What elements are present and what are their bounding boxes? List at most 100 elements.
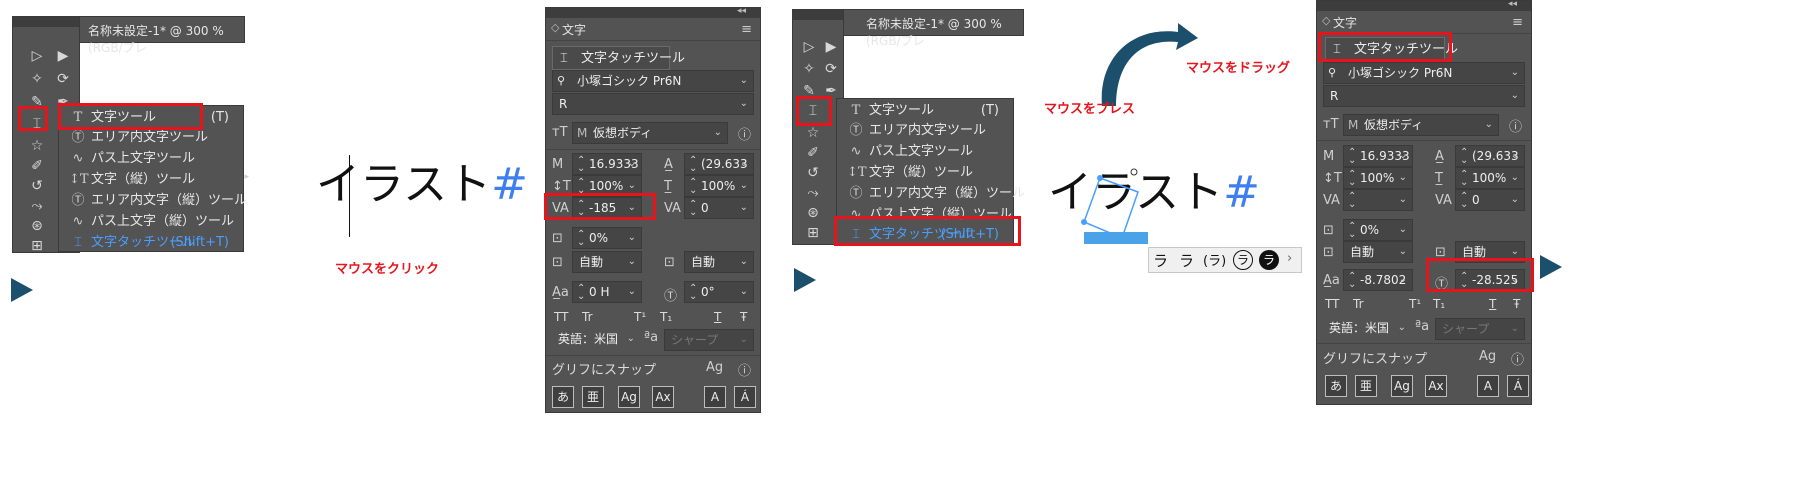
snap-info-icon[interactable]: ⓘ [738,360,751,379]
info-icon[interactable]: ⓘ [738,124,751,143]
snap-btn-1[interactable]: あ [552,386,574,408]
panel-menu-icon[interactable]: ≡ [741,22,752,37]
panel2-menu-icon[interactable]: ≡ [1512,15,1523,30]
horizontal-scale-field[interactable]: ⌃ ⌄ 100% ⌄ [684,175,754,197]
superscript-button-2[interactable]: T¹ [1409,297,1421,311]
tracking-field-2[interactable]: ⌃ ⌄ 0 ⌄ [1455,189,1525,211]
direct-selection-tool-icon-2[interactable]: ▶ [821,38,841,56]
leading-field[interactable]: ⌃ ⌄ (29.633 ⌄ [684,153,754,175]
subscript-button[interactable]: T₁ [660,310,672,324]
language-select-2[interactable]: 英語：米国 ⌄ [1323,318,1411,340]
magic-wand-icon-2[interactable]: ✧ [799,60,819,78]
baseline-shift-field[interactable]: ⌃ ⌄ 0 H ⌄ [572,281,642,303]
font-family-select[interactable]: ⚲ 小塚ゴシック Pr6N ⌄ [552,70,754,92]
illustration-hash: # [491,159,528,210]
glyph-alt-4[interactable]: ラ [1233,250,1253,270]
snap-btn-6[interactable]: Á [734,386,756,408]
snap-info-icon-2[interactable]: ⓘ [1511,349,1524,368]
font-size-field[interactable]: ⌃ ⌄ 16.9333 ⌄ [572,153,642,175]
antialias-select-2[interactable]: シャープ ⌄ [1435,318,1525,340]
subscript-button-2[interactable]: T₁ [1433,297,1445,311]
artboard-tool-icon-2[interactable]: ⊞ [803,224,823,242]
selection-tool-icon[interactable]: ▷ [27,47,47,65]
superscript-button[interactable]: T¹ [634,310,646,324]
font-family-select-2[interactable]: ⚲ 小塚ゴシック Pr6N ⌄ [1323,62,1525,84]
lasso-icon-2[interactable]: ⟳ [821,60,841,78]
direct-selection-tool-icon[interactable]: ▶ [53,47,73,65]
artboard-tool-icon[interactable]: ⊞ [27,237,47,255]
touch-type-tool-button[interactable]: ⌶ 文字タッチツール [552,46,685,70]
snap-glyph-icon-2[interactable]: Ag [1479,349,1496,364]
selection-tool-icon-2[interactable]: ▷ [799,38,819,56]
glyph-strip-more[interactable]: › [1287,251,1292,266]
glyph-alt-2[interactable]: ラ [1179,250,1194,271]
virtual-body-select-2[interactable]: M 仮想ボディ ⌄ [1343,114,1499,136]
snap-btn-5[interactable]: A [704,386,726,408]
leading-field-2[interactable]: ⌃ ⌄ (29.633 ⌄ [1455,145,1525,167]
shape-tool-icon[interactable]: ☆ [27,137,47,155]
shape-tool-icon-2[interactable]: ☆ [803,124,823,142]
panel-tab-character[interactable]: ◇ 文字 [546,18,590,40]
all-caps-button[interactable]: TT [554,310,568,324]
small-caps-button-2[interactable]: Tr [1353,297,1364,311]
info-icon-2[interactable]: ⓘ [1509,116,1522,135]
flyout-tearoff-arrow[interactable]: ▸ [244,172,249,182]
virtual-body-select[interactable]: M 仮想ボディ ⌄ [572,122,728,144]
doc-tab-1[interactable]: 名称未設定-1* @ 300 % (RGB/プレ [80,16,245,55]
tracking-field[interactable]: ⌃ ⌄ 0 ⌄ [684,197,754,219]
snap2-btn-5[interactable]: A [1477,375,1499,397]
leading-icon: A̲ [664,157,673,172]
aki-right-select[interactable]: 自動 ⌄ [684,251,754,273]
glyph-alt-1[interactable]: ラ [1153,250,1168,271]
highlight-type-tool-item [58,103,203,130]
snap-btn-2[interactable]: 亜 [582,386,604,408]
rotate-tool-icon[interactable]: ↺ [27,177,47,195]
antialias-select[interactable]: シャープ ⌄ [664,329,754,351]
magic-wand-icon[interactable]: ✧ [27,70,47,88]
touch-type-icon: ⌶ [74,235,82,250]
font-size-field-2[interactable]: ⌃ ⌄ 16.9333 ⌄ [1343,145,1413,167]
width-tool-icon[interactable]: ⤳ [27,197,47,215]
drag-curved-arrow [1101,23,1198,106]
panel2-tab-character[interactable]: ◇ 文字 [1317,11,1361,33]
underline-button[interactable]: T [714,310,721,324]
glyph-alt-3[interactable]: (ラ) [1203,250,1226,269]
snap-btn-4[interactable]: Ax [652,386,674,408]
glyph-bounding-box [1083,177,1139,240]
font-style-select-2[interactable]: R ⌄ [1323,85,1525,107]
tsume-field[interactable]: ⌃ ⌄ 0% ⌄ [572,227,642,249]
snap2-btn-3[interactable]: Ag [1391,375,1413,397]
lasso-icon[interactable]: ⟳ [53,70,73,88]
snap-glyph-icon[interactable]: Ag [706,360,723,375]
rotate-tool-icon-2[interactable]: ↺ [803,164,823,182]
paintbrush-icon[interactable]: ✐ [27,157,47,175]
all-caps-button-2[interactable]: TT [1325,297,1339,311]
snap-btn-3[interactable]: Ag [618,386,640,408]
snap2-btn-2[interactable]: 亜 [1355,375,1377,397]
underline-button-2[interactable]: T [1489,297,1496,311]
strikethrough-button-2[interactable]: Ŧ [1513,297,1520,311]
puppet-warp-icon[interactable]: ⊛ [27,217,47,235]
glyph-alternates-strip: ラ ラ (ラ) ラ ラ › [1148,247,1302,273]
char-rotation-field[interactable]: ⌃ ⌄ 0° ⌄ [684,281,754,303]
kerning-field-2[interactable]: ⌃ ⌄ ⌄ [1343,189,1413,211]
aki-left-select-2[interactable]: 自動 ⌄ [1343,241,1413,263]
language-select[interactable]: 英語：米国 ⌄ [552,329,640,351]
small-caps-button[interactable]: Tr [582,310,593,324]
snap2-btn-6[interactable]: Á [1507,375,1529,397]
width-tool-icon-2[interactable]: ⤳ [803,184,823,202]
horizontal-scale-field-2[interactable]: ⌃ ⌄ 100% ⌄ [1455,167,1525,189]
glyph-alt-5[interactable]: ラ [1259,250,1279,270]
font-style-select[interactable]: R ⌄ [552,93,754,115]
vertical-scale-field-2[interactable]: ⌃ ⌄ 100% ⌄ [1343,167,1413,189]
tsume-field-2[interactable]: ⌃ ⌄ 0% ⌄ [1343,219,1413,241]
paintbrush-icon-2[interactable]: ✐ [803,144,823,162]
snap2-btn-4[interactable]: Ax [1425,375,1447,397]
aki-left-select[interactable]: 自動 ⌄ [572,251,642,273]
snap2-btn-1[interactable]: あ [1325,375,1347,397]
baseline-shift-field-2[interactable]: ⌃ ⌄ -8.7802 ⌄ [1343,269,1413,291]
doc-tab-2[interactable]: 名称未設定-1* @ 300 % (RGB/プレ [844,9,1024,48]
strikethrough-button[interactable]: Ŧ [740,310,747,324]
menu-item-touch-type-tool[interactable]: ⌶ 文字タッチツール (Shift+T) [59,231,243,255]
puppet-warp-icon-2[interactable]: ⊛ [803,204,823,222]
